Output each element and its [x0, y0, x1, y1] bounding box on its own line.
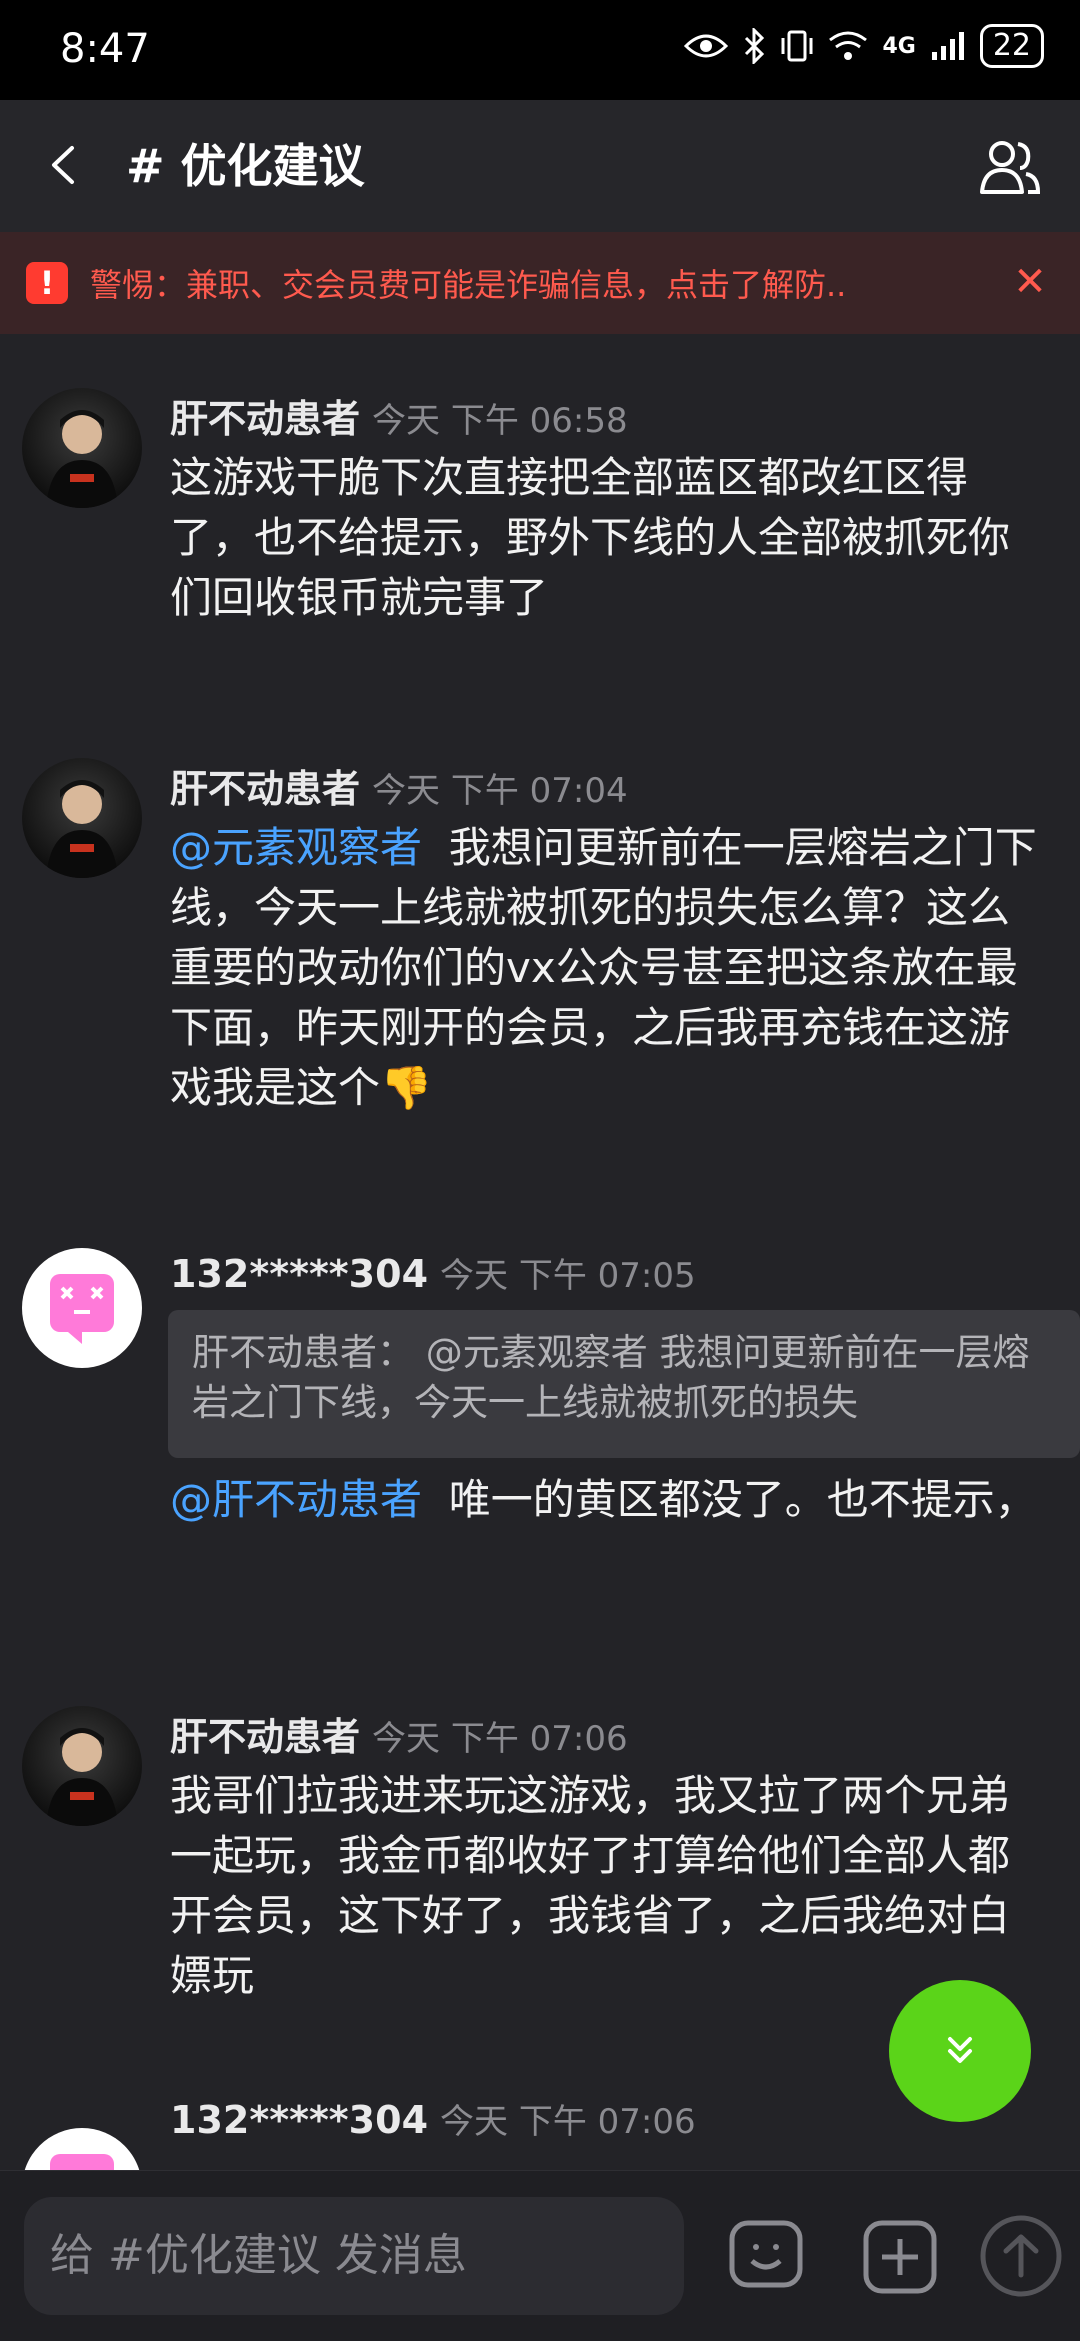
timestamp: 今天 下午 07:04	[372, 771, 628, 811]
channel-header: # 优化建议	[0, 100, 1080, 232]
channel-title: # 优化建议	[126, 139, 365, 193]
send-icon[interactable]	[978, 2213, 1064, 2299]
message-body: 唯一的黄区都没了。也不提示，	[448, 1475, 1037, 1524]
quoted-reply[interactable]: 肝不动患者： @元素观察者 我想问更新前在一层熔岩之门下线，今天一上线就被抓死的…	[168, 1310, 1080, 1458]
avatar[interactable]	[22, 1706, 142, 1826]
message-text: 这游戏干脆下次直接把全部蓝区都改红区得了，也不给提示，野外下线的人全部被抓死你们…	[170, 453, 1011, 622]
mention-link[interactable]: @元素观察者	[170, 823, 422, 872]
bluetooth-icon	[745, 28, 765, 64]
close-icon[interactable]: ✕	[1010, 262, 1050, 302]
scroll-down-icon	[948, 2037, 972, 2063]
avatar-face-icon	[50, 1274, 114, 1344]
person-icon	[46, 1728, 118, 1826]
wifi-icon	[829, 31, 868, 60]
plus-icon[interactable]	[860, 2217, 940, 2297]
status-time: 8:47	[60, 26, 150, 72]
avatar[interactable]	[22, 388, 142, 508]
message-header: 肝不动患者 今天 下午 07:04	[170, 758, 628, 813]
message-text: 我哥们拉我进来玩这游戏，我又拉了两个兄弟一起玩，我金币都收好了打算给他们全部人都…	[170, 1771, 1011, 2000]
signal-icon	[931, 32, 964, 60]
mention-link[interactable]: @肝不动患者	[170, 1475, 422, 1524]
back-icon[interactable]	[40, 140, 90, 190]
timestamp: 今天 下午 07:06	[372, 1719, 628, 1759]
message-input[interactable]: 给 #优化建议 发消息	[24, 2197, 684, 2315]
eye-icon	[684, 34, 729, 58]
avatar[interactable]	[22, 2128, 142, 2170]
members-icon[interactable]	[978, 136, 1042, 200]
network-type: 4G	[882, 33, 916, 59]
person-icon	[46, 410, 118, 508]
message-text: @肝不动患者 唯一的黄区都没了。也不提示，	[170, 1470, 1040, 1530]
timestamp: 今天 下午 07:05	[440, 1256, 696, 1296]
vibrate-icon	[781, 30, 813, 62]
person-icon	[46, 780, 118, 878]
battery-indicator: 22	[979, 24, 1044, 68]
scroll-down-button[interactable]	[889, 1980, 1031, 2122]
message-header: 132*****304 今天 下午 07:05	[170, 1248, 696, 1297]
avatar[interactable]	[22, 758, 142, 878]
fraud-warning-banner[interactable]: ! 警惕：兼职、交会员费可能是诈骗信息，点击了解防.. ✕	[0, 232, 1080, 334]
status-bar: 8:47 4G 22	[0, 0, 1080, 100]
sender-name[interactable]: 肝不动患者	[170, 397, 360, 441]
warning-text: 警惕：兼职、交会员费可能是诈骗信息，点击了解防..	[90, 266, 847, 304]
avatar[interactable]	[22, 1248, 142, 1368]
composer-bar: 给 #优化建议 发消息	[0, 2170, 1080, 2341]
emoji-icon[interactable]	[726, 2217, 806, 2297]
message-header: 132*****304 今天 下午 07:06	[170, 2094, 696, 2143]
message-header: 肝不动患者 今天 下午 07:06	[170, 1706, 628, 1761]
sender-name[interactable]: 132*****304	[170, 2098, 428, 2142]
timestamp: 今天 下午 06:58	[372, 401, 628, 441]
status-icons: 4G 22	[684, 24, 1044, 68]
timestamp: 今天 下午 07:06	[440, 2102, 696, 2142]
warning-icon: !	[26, 262, 68, 304]
message-header: 肝不动患者 今天 下午 06:58	[170, 388, 628, 443]
sender-name[interactable]: 132*****304	[170, 1252, 428, 1296]
avatar-face-icon	[50, 2154, 114, 2170]
message-feed[interactable]: 肝不动患者 今天 下午 06:58 这游戏干脆下次直接把全部蓝区都改红区得了，也不…	[0, 334, 1080, 2170]
sender-name[interactable]: 肝不动患者	[170, 1715, 360, 1759]
sender-name[interactable]: 肝不动患者	[170, 767, 360, 811]
message-text: @元素观察者 我想问更新前在一层熔岩之门下线，今天一上线就被抓死的损失怎么算？这…	[170, 818, 1040, 1118]
